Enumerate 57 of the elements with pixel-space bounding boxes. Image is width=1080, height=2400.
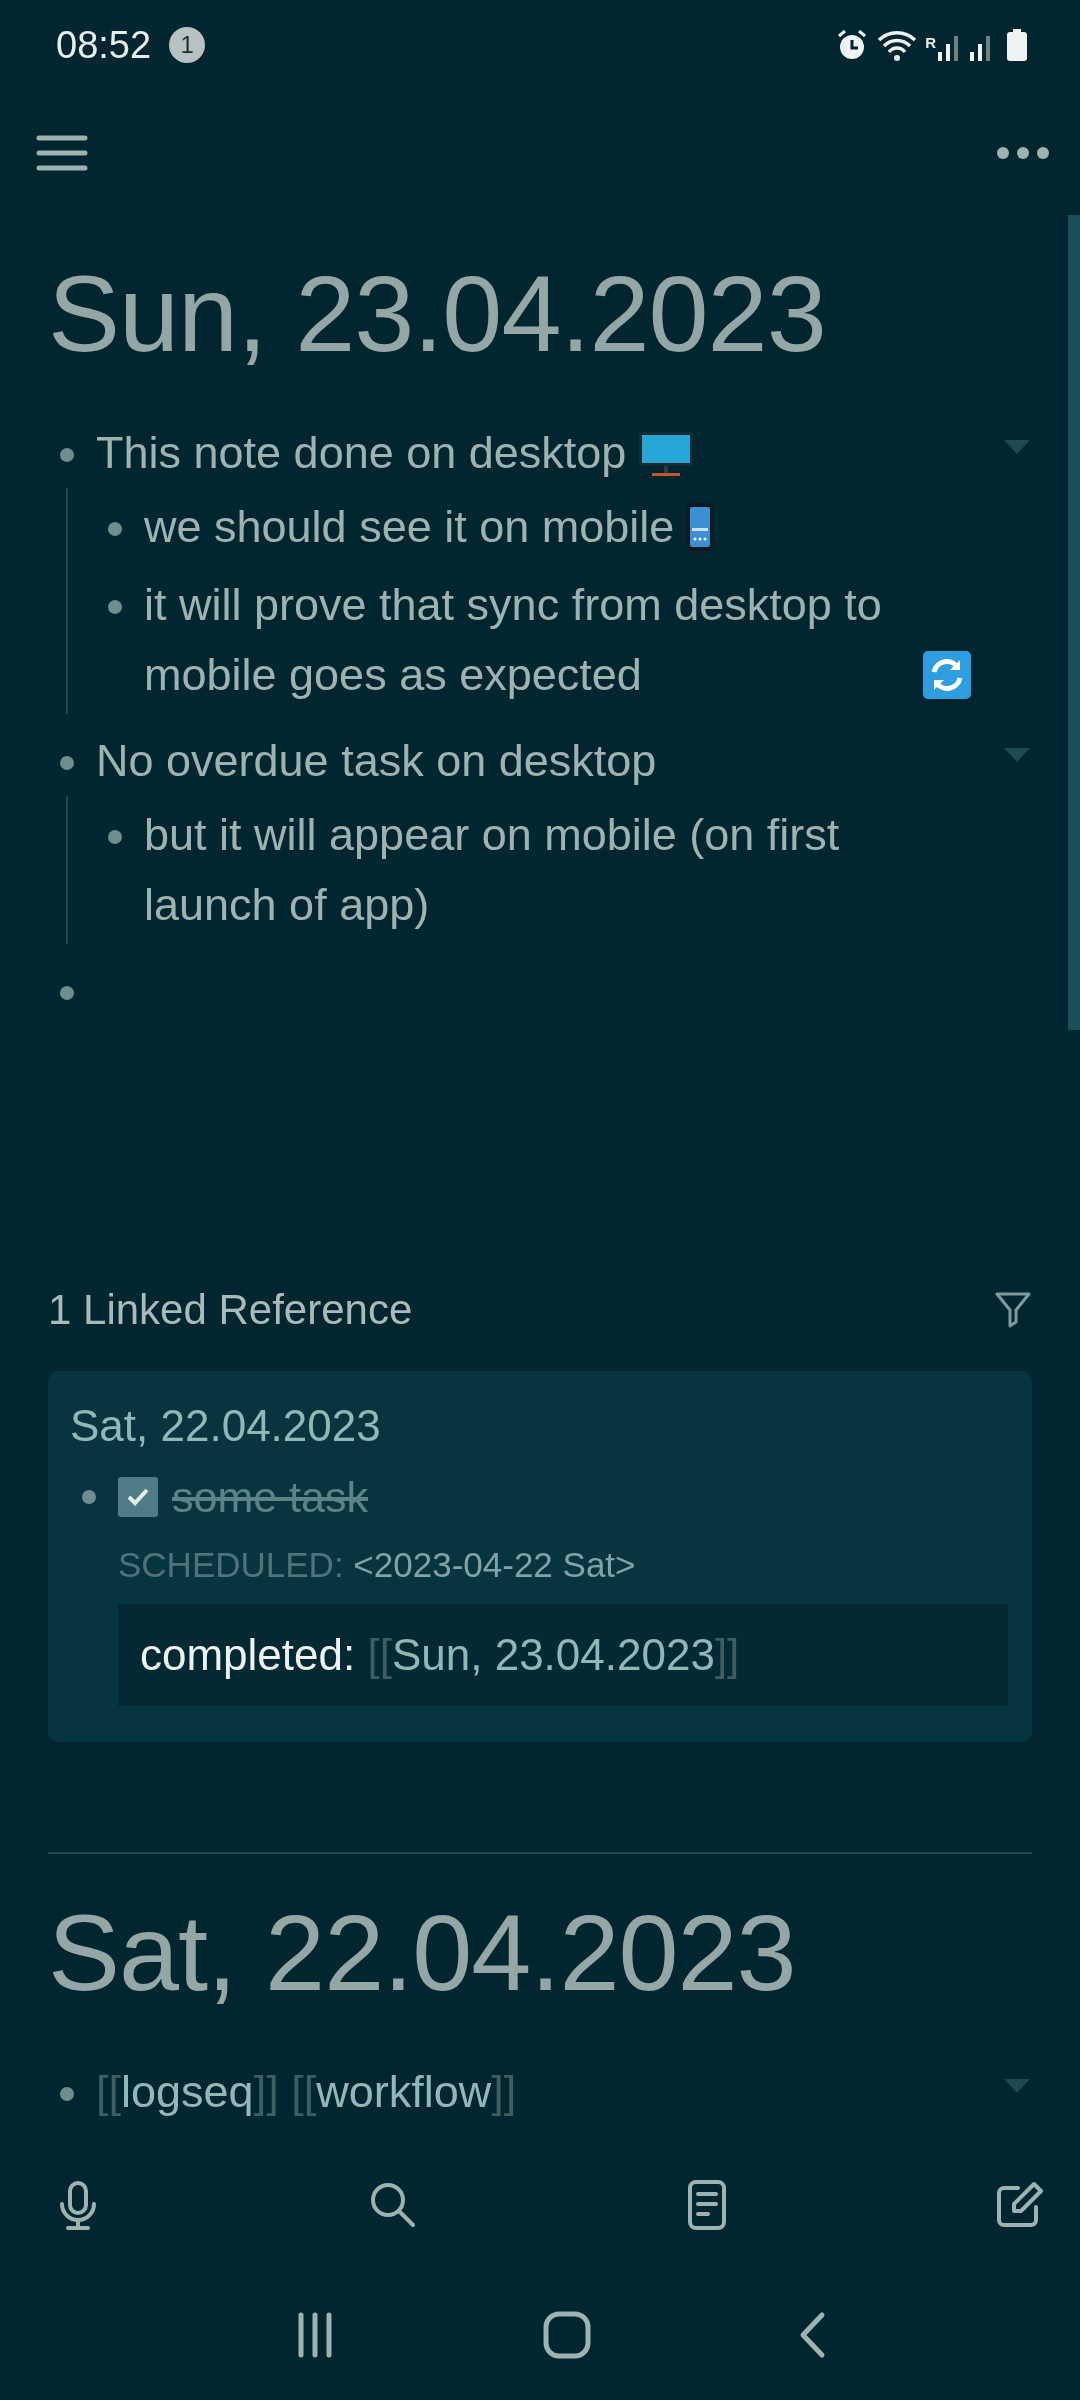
home-button[interactable] bbox=[543, 2311, 591, 2359]
bullet-dot[interactable] bbox=[60, 447, 74, 462]
filter-icon bbox=[994, 1290, 1032, 1329]
bullet-dot[interactable] bbox=[60, 2086, 74, 2101]
property-key: completed: bbox=[140, 1629, 356, 1679]
link-bracket: [[ bbox=[291, 2065, 317, 2117]
section-heading: 1 Linked Reference bbox=[48, 1284, 413, 1335]
block-text: No overdue task on desktop bbox=[96, 733, 657, 788]
roaming-indicator: R bbox=[925, 33, 936, 53]
bullet-dot[interactable] bbox=[108, 599, 122, 614]
link-bracket: ]] bbox=[253, 2065, 279, 2117]
scheduled-label: SCHEDULED: bbox=[118, 1545, 344, 1585]
monitor-icon bbox=[638, 429, 695, 478]
search-button[interactable] bbox=[368, 2180, 418, 2230]
edit-button[interactable] bbox=[996, 2180, 1046, 2230]
collapse-toggle[interactable] bbox=[1002, 437, 1032, 456]
link-bracket: [[ bbox=[96, 2065, 121, 2117]
pencil-icon bbox=[996, 2180, 1046, 2230]
page-link[interactable]: workflow bbox=[316, 2065, 492, 2117]
more-icon bbox=[996, 145, 1050, 160]
caret-icon bbox=[1002, 745, 1032, 764]
page-link[interactable]: Sun, 23.04.2023 bbox=[391, 1629, 715, 1679]
battery-icon bbox=[1006, 28, 1028, 62]
wifi-icon bbox=[877, 28, 918, 62]
link-bracket: [[ bbox=[367, 1629, 392, 1679]
filter-button[interactable] bbox=[994, 1290, 1032, 1329]
more-button[interactable] bbox=[996, 145, 1050, 160]
page-link[interactable]: logseq bbox=[121, 2065, 254, 2117]
bullet-dot[interactable] bbox=[108, 521, 122, 536]
journal-title[interactable]: Sat, 22.04.2023 bbox=[48, 1893, 1032, 2013]
phone-icon bbox=[686, 501, 715, 552]
home-icon bbox=[543, 2311, 591, 2359]
caret-icon bbox=[1002, 2076, 1032, 2095]
search-icon bbox=[368, 2180, 418, 2230]
sync-icon bbox=[922, 649, 972, 700]
clock-time: 08:52 bbox=[56, 22, 152, 68]
block-text: This note done on desktop bbox=[96, 425, 627, 480]
bullet-dot[interactable] bbox=[108, 829, 122, 844]
link-bracket: ]] bbox=[491, 2065, 517, 2117]
collapse-toggle[interactable] bbox=[1002, 745, 1032, 764]
bullet-dot[interactable] bbox=[82, 1490, 96, 1505]
bullet-dot[interactable] bbox=[60, 985, 74, 1000]
task-checkbox[interactable] bbox=[118, 1477, 158, 1518]
check-icon bbox=[126, 1487, 150, 1508]
page-link[interactable]: Sat, 22.04.2023 bbox=[70, 1392, 1008, 1459]
block-text: it will prove that sync from desktop to mobile goes as expected bbox=[144, 577, 883, 702]
link-bracket: ]] bbox=[714, 1629, 740, 1679]
task-text: some task bbox=[172, 1471, 368, 1523]
block-text: we should see it on mobile bbox=[144, 499, 675, 554]
block-text: but it will appear on mobile (on first launch of app) bbox=[144, 807, 841, 932]
scrollbar[interactable] bbox=[1068, 215, 1080, 1030]
scheduled-date: <2023-04-22 Sat> bbox=[353, 1545, 636, 1585]
collapse-toggle[interactable] bbox=[1002, 2076, 1032, 2095]
notification-count: 1 bbox=[169, 27, 206, 63]
journal-title[interactable]: Sun, 23.04.2023 bbox=[48, 255, 1032, 374]
bullet-dot[interactable] bbox=[60, 755, 74, 770]
caret-icon bbox=[1002, 437, 1032, 456]
